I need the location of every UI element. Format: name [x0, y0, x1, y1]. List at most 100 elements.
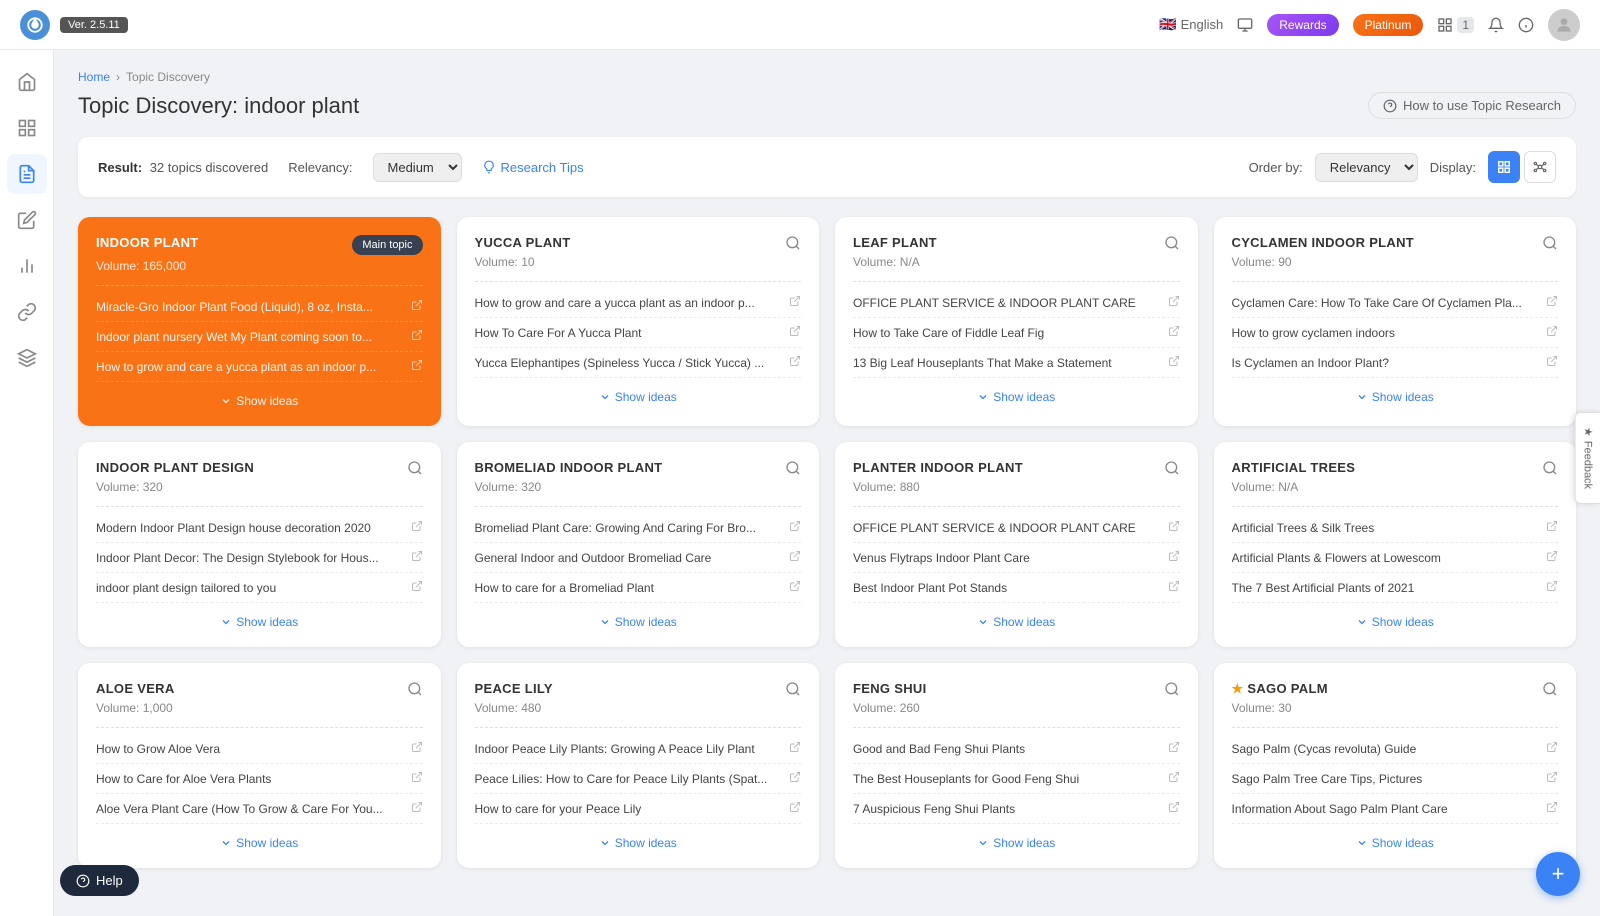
help-button[interactable]: Help	[60, 865, 139, 896]
show-ideas-button[interactable]: Show ideas	[853, 390, 1180, 404]
platinum-button[interactable]: Platinum	[1353, 14, 1424, 36]
card-link-1[interactable]: The Best Houseplants for Good Feng Shui	[853, 764, 1180, 794]
card-link-1[interactable]: How to grow cyclamen indoors	[1232, 318, 1559, 348]
card-volume: Volume: 90	[1232, 255, 1559, 269]
card-link-2[interactable]: How to grow and care a yucca plant as an…	[96, 352, 423, 382]
card-link-0[interactable]: Cyclamen Care: How To Take Care Of Cycla…	[1232, 288, 1559, 318]
search-icon[interactable]	[1542, 681, 1558, 697]
sidebar-item-pencil[interactable]	[7, 200, 47, 240]
rewards-button[interactable]: Rewards	[1267, 14, 1338, 36]
search-icon[interactable]	[785, 235, 801, 251]
search-icon[interactable]	[1542, 460, 1558, 476]
card-link-0[interactable]: Modern Indoor Plant Design house decorat…	[96, 513, 423, 543]
card-link-0[interactable]: Indoor Peace Lily Plants: Growing A Peac…	[475, 734, 802, 764]
card-link-2[interactable]: Is Cyclamen an Indoor Plant?	[1232, 348, 1559, 378]
card-link-0[interactable]: How to grow and care a yucca plant as an…	[475, 288, 802, 318]
card-link-1[interactable]: How to Care for Aloe Vera Plants	[96, 764, 423, 794]
external-link-icon	[1546, 741, 1558, 753]
card-link-2[interactable]: Best Indoor Plant Pot Stands	[853, 573, 1180, 603]
grid-menu-button[interactable]: 1	[1437, 17, 1474, 33]
card-link-1[interactable]: Sago Palm Tree Care Tips, Pictures	[1232, 764, 1559, 794]
language-selector[interactable]: 🇬🇧 English	[1159, 16, 1223, 33]
card-link-0[interactable]: How to Grow Aloe Vera	[96, 734, 423, 764]
external-link-icon	[789, 520, 801, 532]
show-ideas-button[interactable]: Show ideas	[1232, 836, 1559, 850]
sidebar-item-home[interactable]	[7, 62, 47, 102]
sidebar-item-chart[interactable]	[7, 246, 47, 286]
ext-link-icon	[1168, 295, 1180, 310]
sidebar-item-document[interactable]	[7, 154, 47, 194]
feedback-tab[interactable]: ★ Feedback	[1574, 412, 1600, 504]
card-link-1[interactable]: How to Take Care of Fiddle Leaf Fig	[853, 318, 1180, 348]
card-link-0[interactable]: OFFICE PLANT SERVICE & INDOOR PLANT CARE	[853, 288, 1180, 318]
show-ideas-button[interactable]: Show ideas	[1232, 615, 1559, 629]
monitor-button[interactable]	[1237, 17, 1253, 33]
external-link-icon	[1546, 550, 1558, 562]
show-ideas-button[interactable]: Show ideas	[853, 615, 1180, 629]
sidebar-item-layers[interactable]	[7, 338, 47, 378]
show-ideas-button[interactable]: Show ideas	[96, 836, 423, 850]
show-ideas-button[interactable]: Show ideas	[853, 836, 1180, 850]
search-icon[interactable]	[785, 681, 801, 697]
display-mindmap-button[interactable]	[1524, 151, 1556, 183]
search-icon[interactable]	[407, 681, 423, 697]
search-icon[interactable]	[1164, 460, 1180, 476]
search-icon[interactable]	[1164, 235, 1180, 251]
card-link-2[interactable]: 7 Auspicious Feng Shui Plants	[853, 794, 1180, 824]
card-link-2[interactable]: Information About Sago Palm Plant Care	[1232, 794, 1559, 824]
order-by-select[interactable]: Relevancy Volume Difficulty	[1315, 153, 1418, 182]
ext-link-icon	[789, 325, 801, 340]
main-content: Home › Topic Discovery Topic Discovery: …	[54, 50, 1600, 916]
sidebar-item-grid[interactable]	[7, 108, 47, 148]
show-ideas-button[interactable]: Show ideas	[475, 615, 802, 629]
card-link-1[interactable]: Venus Flytraps Indoor Plant Care	[853, 543, 1180, 573]
card-link-1[interactable]: Peace Lilies: How to Care for Peace Lily…	[475, 764, 802, 794]
show-ideas-button[interactable]: Show ideas	[1232, 390, 1559, 404]
card-link-2[interactable]: How to care for your Peace Lily	[475, 794, 802, 824]
card-link-0[interactable]: Miracle-Gro Indoor Plant Food (Liquid), …	[96, 292, 423, 322]
research-tips-button[interactable]: Research Tips	[482, 160, 584, 175]
card-link-2[interactable]: indoor plant design tailored to you	[96, 573, 423, 603]
user-avatar[interactable]	[1548, 9, 1580, 41]
card-title: BROMELIAD INDOOR PLANT	[475, 460, 663, 475]
how-to-button[interactable]: How to use Topic Research	[1368, 92, 1576, 119]
show-ideas-button[interactable]: Show ideas	[96, 615, 423, 629]
sidebar-item-link[interactable]	[7, 292, 47, 332]
card-link-2[interactable]: How to care for a Bromeliad Plant	[475, 573, 802, 603]
card-link-0[interactable]: Sago Palm (Cycas revoluta) Guide	[1232, 734, 1559, 764]
display-grid-button[interactable]	[1488, 151, 1520, 183]
card-link-2[interactable]: The 7 Best Artificial Plants of 2021	[1232, 573, 1559, 603]
show-ideas-button[interactable]: Show ideas	[475, 836, 802, 850]
card-link-text: Bromeliad Plant Care: Growing And Caring…	[475, 521, 784, 535]
card-link-1[interactable]: Indoor Plant Decor: The Design Stylebook…	[96, 543, 423, 573]
card-link-2[interactable]: 13 Big Leaf Houseplants That Make a Stat…	[853, 348, 1180, 378]
show-ideas-label: Show ideas	[236, 615, 298, 629]
relevancy-select[interactable]: Low Medium High	[373, 153, 462, 182]
breadcrumb-home[interactable]: Home	[78, 70, 110, 84]
card-link-1[interactable]: General Indoor and Outdoor Bromeliad Car…	[475, 543, 802, 573]
notification-button[interactable]	[1488, 17, 1504, 33]
card-link-0[interactable]: Good and Bad Feng Shui Plants	[853, 734, 1180, 764]
external-link-icon	[1168, 771, 1180, 783]
card-link-2[interactable]: Aloe Vera Plant Care (How To Grow & Care…	[96, 794, 423, 824]
card-link-0[interactable]: OFFICE PLANT SERVICE & INDOOR PLANT CARE	[853, 513, 1180, 543]
show-ideas-button[interactable]: Show ideas	[475, 390, 802, 404]
card-title: LEAF PLANT	[853, 235, 937, 250]
search-icon[interactable]	[1542, 235, 1558, 251]
app-logo[interactable]	[20, 10, 50, 40]
ext-link-icon	[1546, 580, 1558, 595]
search-icon[interactable]	[785, 460, 801, 476]
card-link-0[interactable]: Artificial Trees & Silk Trees	[1232, 513, 1559, 543]
search-icon[interactable]	[407, 460, 423, 476]
search-icon[interactable]	[1164, 681, 1180, 697]
fab-button[interactable]: +	[1536, 852, 1580, 896]
card-link-1[interactable]: Indoor plant nursery Wet My Plant coming…	[96, 322, 423, 352]
card-link-1[interactable]: Artificial Plants & Flowers at Lowescom	[1232, 543, 1559, 573]
card-link-1[interactable]: How To Care For A Yucca Plant	[475, 318, 802, 348]
card-link-2[interactable]: Yucca Elephantipes (Spineless Yucca / St…	[475, 348, 802, 378]
show-ideas-button[interactable]: Show ideas	[96, 394, 423, 408]
card-link-text: OFFICE PLANT SERVICE & INDOOR PLANT CARE	[853, 521, 1162, 535]
card-link-0[interactable]: Bromeliad Plant Care: Growing And Caring…	[475, 513, 802, 543]
info-button[interactable]	[1518, 17, 1534, 33]
card-planter-indoor-plant: PLANTER INDOOR PLANT Volume: 880 OFFICE …	[835, 442, 1198, 647]
